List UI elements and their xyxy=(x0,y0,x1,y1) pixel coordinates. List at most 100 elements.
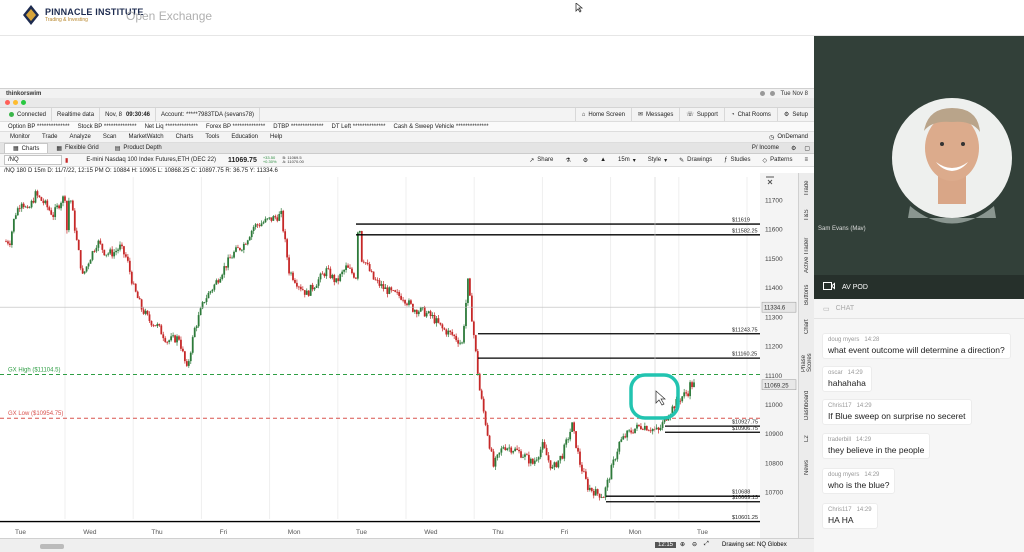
chat-username[interactable]: oscar xyxy=(828,370,843,376)
y-tick-label: 11100 xyxy=(765,373,782,380)
menu-item-analyze[interactable]: Analyze xyxy=(63,134,96,140)
candle-body xyxy=(498,452,501,455)
candle-body xyxy=(68,200,70,231)
interval-dropdown[interactable]: 15m ▾ xyxy=(612,157,642,164)
time-cursor-label: 12:15 xyxy=(655,542,677,548)
chart-settings-icon[interactable]: ⚙ xyxy=(787,145,800,152)
chart-bottom-bar: 12:15 ⊕ ⊖ ⤢ Drawing set: NQ Globex xyxy=(0,538,814,552)
style-button[interactable]: Style ▾ xyxy=(642,157,673,164)
menu-item-scan[interactable]: Scan xyxy=(97,134,123,140)
home-screen-button[interactable]: ⌂ Home Screen xyxy=(574,108,631,121)
side-tab-chart[interactable]: Chart xyxy=(799,316,814,338)
flask-icon[interactable]: ⚗ xyxy=(559,157,576,164)
current-price-label: 11069.25 xyxy=(764,383,789,389)
candle-body xyxy=(191,337,194,353)
chat-rooms-button[interactable]: ◔ Chat Rooms xyxy=(723,108,777,121)
more-icon[interactable]: ≡ xyxy=(798,157,814,163)
minimize-window-icon[interactable] xyxy=(13,100,18,105)
candle-body xyxy=(9,243,11,246)
restore-icon[interactable]: ▢ xyxy=(800,145,814,152)
chat-username[interactable]: doug myers xyxy=(828,337,859,343)
link-icon[interactable]: ▮ xyxy=(65,157,68,164)
side-tab-dashboard[interactable]: Dashboard xyxy=(799,389,814,421)
account-selector[interactable]: Account: *****7983TDA (sevans78) xyxy=(156,108,261,121)
symbol-input[interactable]: /NQ xyxy=(4,155,62,165)
main-menu: Monitor Trade Analyze Scan MarketWatch Charts… xyxy=(0,132,814,143)
patterns-button[interactable]: ◇ Patterns xyxy=(757,157,799,164)
candle-body xyxy=(97,240,100,248)
av-pod-bar[interactable]: AV POD xyxy=(814,275,1024,299)
candle-body xyxy=(398,292,401,296)
zoom-out-icon[interactable]: ⊖ xyxy=(692,541,697,548)
chevron-down-icon: ▾ xyxy=(632,157,636,164)
balance-label: Forex BP xyxy=(205,123,231,130)
drawing-set-label[interactable]: Drawing set: NQ Globex xyxy=(722,542,787,548)
menu-item-trade[interactable]: Trade xyxy=(36,134,63,140)
candle-body xyxy=(16,208,19,216)
candle-body xyxy=(655,427,658,430)
candle-body xyxy=(478,373,481,391)
symbol-change: +33.50 +0.30% xyxy=(262,154,277,164)
candle-body xyxy=(577,447,579,452)
drawings-button[interactable]: ✎ Drawings xyxy=(673,157,718,164)
candle-body xyxy=(329,268,332,279)
setup-button[interactable]: ⚙ Setup xyxy=(776,108,814,121)
candle-body xyxy=(286,239,288,258)
menu-item-marketwatch[interactable]: MarketWatch xyxy=(123,134,170,140)
candle-body xyxy=(457,340,460,344)
price-level-label: $11160.25 xyxy=(732,352,757,358)
candle-body xyxy=(620,439,623,442)
candle-body xyxy=(673,406,676,409)
messages-button[interactable]: ✉ Messages xyxy=(631,108,679,121)
candle-body xyxy=(282,210,285,232)
tab-charts[interactable]: ▦ Charts xyxy=(4,143,49,153)
tab-flexible-grid[interactable]: ▦ Flexible Grid xyxy=(48,143,106,153)
menu-item-education[interactable]: Education xyxy=(225,134,264,140)
side-tab-buttons[interactable]: Buttons xyxy=(799,281,814,309)
zoom-icon[interactable]: ⊕ xyxy=(680,541,685,548)
y-tick-label: 10900 xyxy=(765,431,783,438)
support-button[interactable]: ☏ Support xyxy=(679,108,724,121)
ondemand-button[interactable]: ◷ OnDemand xyxy=(763,134,814,141)
chat-message-list[interactable]: doug myers 14:28 what event outcome will d… xyxy=(814,319,1024,552)
reset-zoom-icon[interactable]: ⤢ xyxy=(704,541,709,548)
candle-body xyxy=(42,200,45,204)
chart-scrollbar[interactable] xyxy=(40,544,64,549)
bookmark-icon[interactable]: ▲ xyxy=(594,157,612,163)
chat-username[interactable]: Chris117 xyxy=(828,507,852,513)
x-tick-label: Thu xyxy=(492,529,504,536)
candle-body xyxy=(406,303,408,305)
chat-username[interactable]: Chris117 xyxy=(828,403,852,409)
side-tab-trade[interactable]: Trade xyxy=(799,177,814,199)
chat-message: traderbill 14:29 they believe in the peopl… xyxy=(822,433,931,460)
x-tick-label: Tue xyxy=(697,529,708,536)
candle-body xyxy=(280,210,283,215)
candle-body xyxy=(262,222,265,224)
menu-item-help[interactable]: Help xyxy=(264,134,288,140)
side-tab-t-s[interactable]: T&S xyxy=(799,203,814,227)
maximize-window-icon[interactable] xyxy=(21,100,26,105)
menu-item-monitor[interactable]: Monitor xyxy=(4,134,36,140)
menu-item-charts[interactable]: Charts xyxy=(170,134,200,140)
candle-body xyxy=(233,251,235,258)
chat-username[interactable]: traderbill xyxy=(828,437,851,443)
candle-body xyxy=(349,267,351,269)
gear-chart-icon[interactable]: ⚙ xyxy=(577,157,594,164)
studies-button[interactable]: ƒ Studies xyxy=(718,157,756,163)
side-tab-l2[interactable]: L2 xyxy=(799,431,814,447)
menu-item-tools[interactable]: Tools xyxy=(199,134,225,140)
side-tab-active-trader[interactable]: Active Trader xyxy=(799,235,814,275)
tab-product-depth[interactable]: ▤ Product Depth xyxy=(107,143,170,153)
chat-username[interactable]: doug myers xyxy=(828,472,859,478)
side-tab-news[interactable]: News xyxy=(799,456,814,478)
close-window-icon[interactable] xyxy=(5,100,10,105)
candle-body xyxy=(618,441,621,452)
candle-body xyxy=(272,216,275,221)
candle-body xyxy=(362,261,365,263)
price-chart[interactable]: Tue Wed Thu Fri Mon Tue Wed Thu Fri Mon Tue 11700 11… xyxy=(0,173,798,538)
share-button[interactable]: ↗ Share xyxy=(523,157,559,164)
candle-body xyxy=(193,328,196,338)
candle-body xyxy=(586,478,589,490)
candle-body xyxy=(661,422,664,428)
side-tab-phase-scores[interactable]: Phase Scores xyxy=(799,345,814,381)
